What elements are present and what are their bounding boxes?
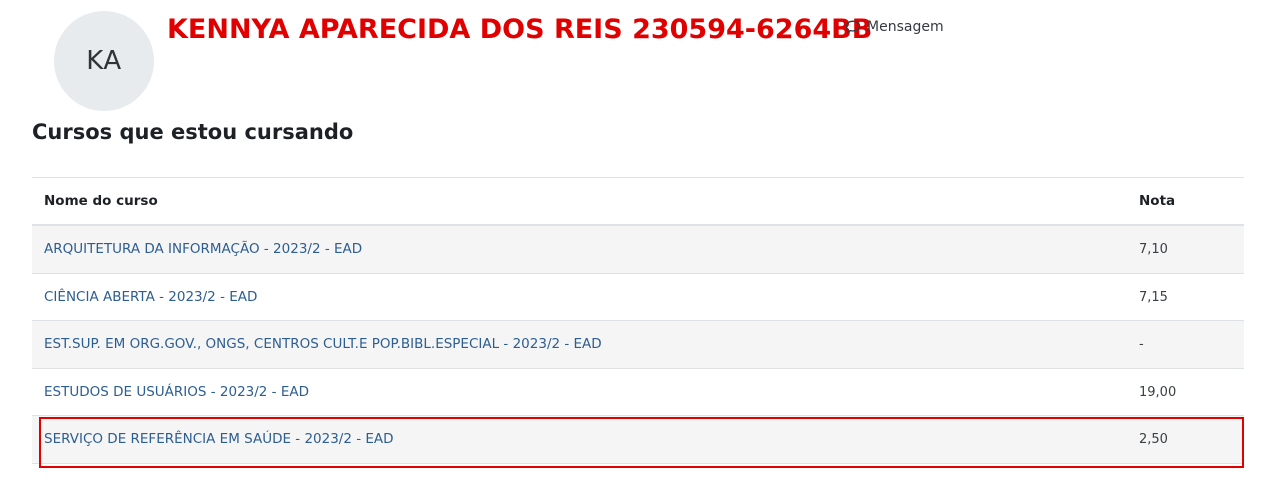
table-row: EST.SUP. EM ORG.GOV., ONGS, CENTROS CULT… [32, 321, 1244, 369]
course-grade: - [1139, 337, 1144, 353]
course-grade: 7,15 [1139, 289, 1168, 305]
course-grade: 7,10 [1139, 242, 1168, 258]
course-link[interactable]: SERVIÇO DE REFERÊNCIA EM SAÚDE - 2023/2 … [44, 431, 394, 447]
message-button[interactable]: Mensagem [845, 19, 944, 35]
course-grade: 2,50 [1139, 432, 1168, 448]
header-grade: Nota [1139, 193, 1176, 209]
course-link[interactable]: ESTUDOS DE USUÁRIOS - 2023/2 - EAD [44, 384, 309, 400]
table-row: ARQUITETURA DA INFORMAÇÃO - 2023/2 - EAD… [32, 226, 1244, 274]
table-row: ESTUDOS DE USUÁRIOS - 2023/2 - EAD 19,00 [32, 369, 1244, 416]
header-course-name: Nome do curso [44, 193, 158, 209]
table-row: CIÊNCIA ABERTA - 2023/2 - EAD 7,15 [32, 274, 1244, 321]
course-grade: 19,00 [1139, 384, 1177, 400]
table-header-row: Nome do curso Nota [32, 178, 1244, 226]
section-title: Cursos que estou cursando [32, 120, 354, 144]
avatar-initials: KA [86, 46, 122, 76]
course-link[interactable]: CIÊNCIA ABERTA - 2023/2 - EAD [44, 289, 257, 305]
table-row: SERVIÇO DE REFERÊNCIA EM SAÚDE - 2023/2 … [32, 416, 1244, 464]
user-full-name: KENNYA APARECIDA DOS REIS 230594-6264BB [167, 14, 873, 45]
course-link[interactable]: EST.SUP. EM ORG.GOV., ONGS, CENTROS CULT… [44, 336, 602, 352]
speech-bubble-icon [845, 20, 861, 34]
message-label: Mensagem [867, 19, 944, 35]
profile-page: KA KENNYA APARECIDA DOS REIS 230594-6264… [0, 0, 1285, 496]
avatar[interactable]: KA [54, 11, 154, 111]
courses-table: Nome do curso Nota ARQUITETURA DA INFORM… [32, 177, 1244, 464]
course-link[interactable]: ARQUITETURA DA INFORMAÇÃO - 2023/2 - EAD [44, 241, 362, 257]
